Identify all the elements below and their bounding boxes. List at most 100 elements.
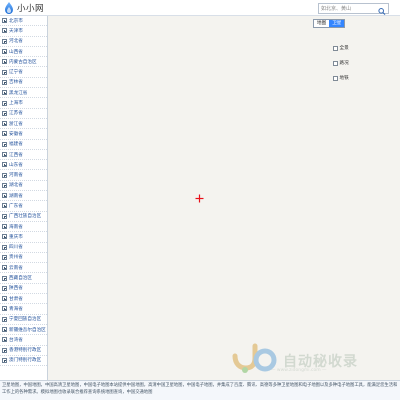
layer-subway[interactable]: 地铁 (333, 72, 361, 84)
sidebar-item-label[interactable]: 内蒙古自治区 (9, 59, 37, 65)
sidebar-item-label[interactable]: 香港特别行政区 (9, 347, 41, 353)
sidebar-item[interactable]: 云南省 (0, 263, 47, 274)
sidebar-item[interactable]: 江西省 (0, 150, 47, 161)
expand-plus-icon[interactable] (2, 275, 7, 281)
expand-plus-icon[interactable] (2, 254, 7, 260)
expand-plus-icon[interactable] (2, 337, 7, 343)
expand-plus-icon[interactable] (2, 213, 7, 219)
expand-plus-icon[interactable] (2, 182, 7, 188)
expand-plus-icon[interactable] (2, 234, 7, 240)
search-button[interactable] (377, 4, 387, 15)
sidebar-item-label[interactable]: 台湾省 (9, 337, 23, 343)
sidebar-item[interactable]: 新疆维吾尔自治区 (0, 325, 47, 336)
sidebar-item-label[interactable]: 贵州省 (9, 254, 23, 260)
sidebar-item[interactable]: 甘肃省 (0, 294, 47, 305)
sidebar-item-label[interactable]: 江西省 (9, 152, 23, 158)
sidebar-item-label[interactable]: 天津市 (9, 28, 23, 34)
sidebar-item[interactable]: 贵州省 (0, 253, 47, 264)
sidebar-item-label[interactable]: 吉林省 (9, 79, 23, 85)
expand-plus-icon[interactable] (2, 193, 7, 199)
sidebar-item-label[interactable]: 浙江省 (9, 121, 23, 127)
sidebar-item[interactable]: 吉林省 (0, 78, 47, 89)
sidebar-item-label[interactable]: 广西壮族自治区 (9, 213, 41, 219)
sidebar-item[interactable]: 内蒙古自治区 (0, 57, 47, 68)
sidebar-item[interactable]: 广东省 (0, 201, 47, 212)
expand-plus-icon[interactable] (2, 203, 7, 209)
sidebar-item-label[interactable]: 湖北省 (9, 182, 23, 188)
expand-plus-icon[interactable] (2, 265, 7, 271)
traffic-checkbox[interactable] (333, 60, 338, 66)
expand-plus-icon[interactable] (2, 224, 7, 230)
sidebar-item-label[interactable]: 北京市 (9, 18, 23, 24)
expand-plus-icon[interactable] (2, 121, 7, 127)
sidebar-item[interactable]: 西藏自治区 (0, 273, 47, 284)
subway-checkbox[interactable] (333, 75, 338, 81)
expand-plus-icon[interactable] (2, 316, 7, 322)
sidebar-item-label[interactable]: 河北省 (9, 38, 23, 44)
panorama-checkbox[interactable] (333, 45, 338, 51)
map-type-satellite-button[interactable]: 卫星 (329, 20, 345, 27)
sidebar-item-label[interactable]: 四川省 (9, 244, 23, 250)
sidebar-item[interactable]: 海南省 (0, 222, 47, 233)
sidebar-item-label[interactable]: 江苏省 (9, 110, 23, 116)
sidebar-item-label[interactable]: 河南省 (9, 172, 23, 178)
sidebar-item[interactable]: 辽宁省 (0, 67, 47, 78)
sidebar-item[interactable]: 上海市 (0, 98, 47, 109)
sidebar-item[interactable]: 山东省 (0, 160, 47, 171)
sidebar-item-label[interactable]: 重庆市 (9, 234, 23, 240)
expand-plus-icon[interactable] (2, 347, 7, 353)
sidebar-item-label[interactable]: 黑龙江省 (9, 90, 27, 96)
expand-plus-icon[interactable] (2, 162, 7, 168)
sidebar-item[interactable]: 广西壮族自治区 (0, 212, 47, 222)
sidebar-item-label[interactable]: 澳门特别行政区 (9, 357, 41, 363)
sidebar-item[interactable]: 青海省 (0, 304, 47, 315)
expand-plus-icon[interactable] (2, 59, 7, 65)
sidebar-item-label[interactable]: 青海省 (9, 306, 23, 312)
sidebar-item-label[interactable]: 福建省 (9, 141, 23, 147)
sidebar-item-label[interactable]: 山东省 (9, 162, 23, 168)
expand-plus-icon[interactable] (2, 79, 7, 85)
sidebar-item[interactable]: 北京市 (0, 16, 47, 27)
expand-plus-icon[interactable] (2, 69, 7, 75)
sidebar-item[interactable]: 浙江省 (0, 119, 47, 130)
layer-traffic[interactable]: 路况 (333, 57, 361, 69)
search-input[interactable] (321, 4, 377, 13)
sidebar-item[interactable]: 重庆市 (0, 232, 47, 243)
sidebar-item[interactable]: 河北省 (0, 37, 47, 47)
expand-plus-icon[interactable] (2, 357, 7, 363)
sidebar-item[interactable]: 山西省 (0, 47, 47, 58)
expand-plus-icon[interactable] (2, 306, 7, 312)
sidebar-item-label[interactable]: 辽宁省 (9, 69, 23, 75)
sidebar-item-label[interactable]: 山西省 (9, 49, 23, 55)
sidebar-item-label[interactable]: 海南省 (9, 224, 23, 230)
sidebar-item-label[interactable]: 云南省 (9, 265, 23, 271)
sidebar-item[interactable]: 河南省 (0, 170, 47, 181)
sidebar-item[interactable]: 安徽省 (0, 129, 47, 140)
sidebar-item[interactable]: 四川省 (0, 243, 47, 253)
sidebar-item-label[interactable]: 广东省 (9, 203, 23, 209)
sidebar-item[interactable]: 江苏省 (0, 109, 47, 119)
sidebar-item[interactable]: 黑龙江省 (0, 88, 47, 99)
sidebar-item[interactable]: 湖北省 (0, 181, 47, 192)
expand-plus-icon[interactable] (2, 152, 7, 157)
sidebar-item-label[interactable]: 陕西省 (9, 285, 23, 291)
sidebar-item[interactable]: 福建省 (0, 140, 47, 150)
expand-plus-icon[interactable] (2, 141, 7, 147)
layer-panorama[interactable]: 全景 (333, 42, 361, 54)
map-type-map-button[interactable]: 地图 (314, 20, 330, 27)
expand-plus-icon[interactable] (2, 131, 7, 137)
sidebar-item[interactable]: 陕西省 (0, 284, 47, 295)
sidebar-item[interactable]: 湖南省 (0, 191, 47, 202)
expand-plus-icon[interactable] (2, 244, 7, 250)
map-canvas[interactable]: 地图 卫星 全景 路况 地铁 自动秘收录 — www.zidongmi.com … (48, 16, 400, 380)
sidebar-item-label[interactable]: 湖南省 (9, 193, 23, 199)
expand-plus-icon[interactable] (2, 38, 7, 44)
expand-plus-icon[interactable] (2, 172, 7, 178)
expand-plus-icon[interactable] (2, 28, 7, 34)
expand-plus-icon[interactable] (2, 285, 7, 291)
logo-icon[interactable] (2, 1, 16, 15)
sidebar-item-label[interactable]: 西藏自治区 (9, 275, 32, 281)
expand-plus-icon[interactable] (2, 49, 7, 55)
sidebar-item-label[interactable]: 新疆维吾尔自治区 (9, 327, 46, 333)
expand-plus-icon[interactable] (2, 90, 7, 96)
